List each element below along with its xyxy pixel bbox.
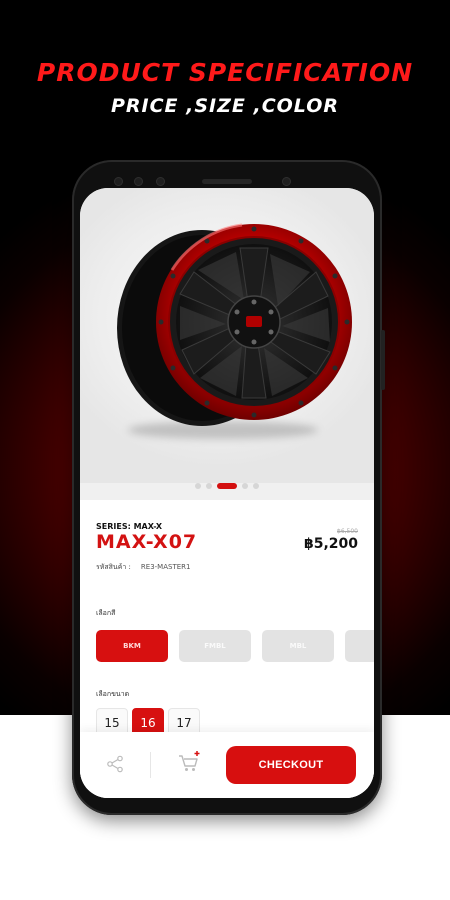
gallery-pagination (80, 481, 374, 491)
sku-label: รหัสสินค้า : (96, 563, 131, 571)
product-sku: รหัสสินค้า : RE3-MASTER1 (96, 562, 190, 573)
color-option-fmbl[interactable]: FMBL (179, 630, 251, 662)
color-option-bkm[interactable]: BKM (96, 630, 168, 662)
product-model: MAX-X07 (96, 531, 198, 553)
product-price: ฿5,200 (303, 536, 358, 552)
color-option-more[interactable] (345, 630, 374, 662)
pagination-dot-active[interactable] (217, 483, 237, 489)
app-screen: SERIES: MAX-X MAX-X07 ฿6,500 ฿5,200 รหัส… (80, 188, 374, 798)
color-option-mbl[interactable]: MBL (262, 630, 334, 662)
phone-frame: SERIES: MAX-X MAX-X07 ฿6,500 ฿5,200 รหัส… (72, 160, 385, 815)
size-section-label: เลือกขนาด (96, 690, 130, 698)
product-series: SERIES: MAX-X (96, 522, 163, 531)
phone-speaker (202, 179, 252, 184)
product-image-gallery[interactable] (80, 188, 374, 483)
hero-title: PRODUCT SPECIFICATION (36, 58, 414, 87)
add-to-cart-icon[interactable] (176, 749, 202, 775)
phone-sensor-icon (134, 177, 143, 186)
share-icon[interactable] (106, 755, 124, 773)
hero-subtitle: PRICE ,SIZE ,COLOR (110, 95, 340, 117)
sku-value: RE3-MASTER1 (140, 563, 191, 571)
pagination-dot[interactable] (195, 483, 201, 489)
phone-side-button (381, 330, 385, 390)
wheel-image (117, 223, 352, 426)
color-options: BKM FMBL MBL (96, 630, 374, 662)
checkout-button[interactable]: CHECKOUT (226, 746, 356, 784)
bar-divider (150, 752, 151, 778)
product-old-price: ฿6,500 (337, 528, 358, 535)
phone-sensor-icon (114, 177, 123, 186)
color-section-label: เลือกสี (96, 609, 116, 617)
bottom-action-bar: CHECKOUT (80, 732, 374, 798)
pagination-dot[interactable] (253, 483, 259, 489)
phone-sensor-icon (156, 177, 165, 186)
pagination-dot[interactable] (206, 483, 212, 489)
phone-camera-icon (282, 177, 291, 186)
pagination-dot[interactable] (242, 483, 248, 489)
